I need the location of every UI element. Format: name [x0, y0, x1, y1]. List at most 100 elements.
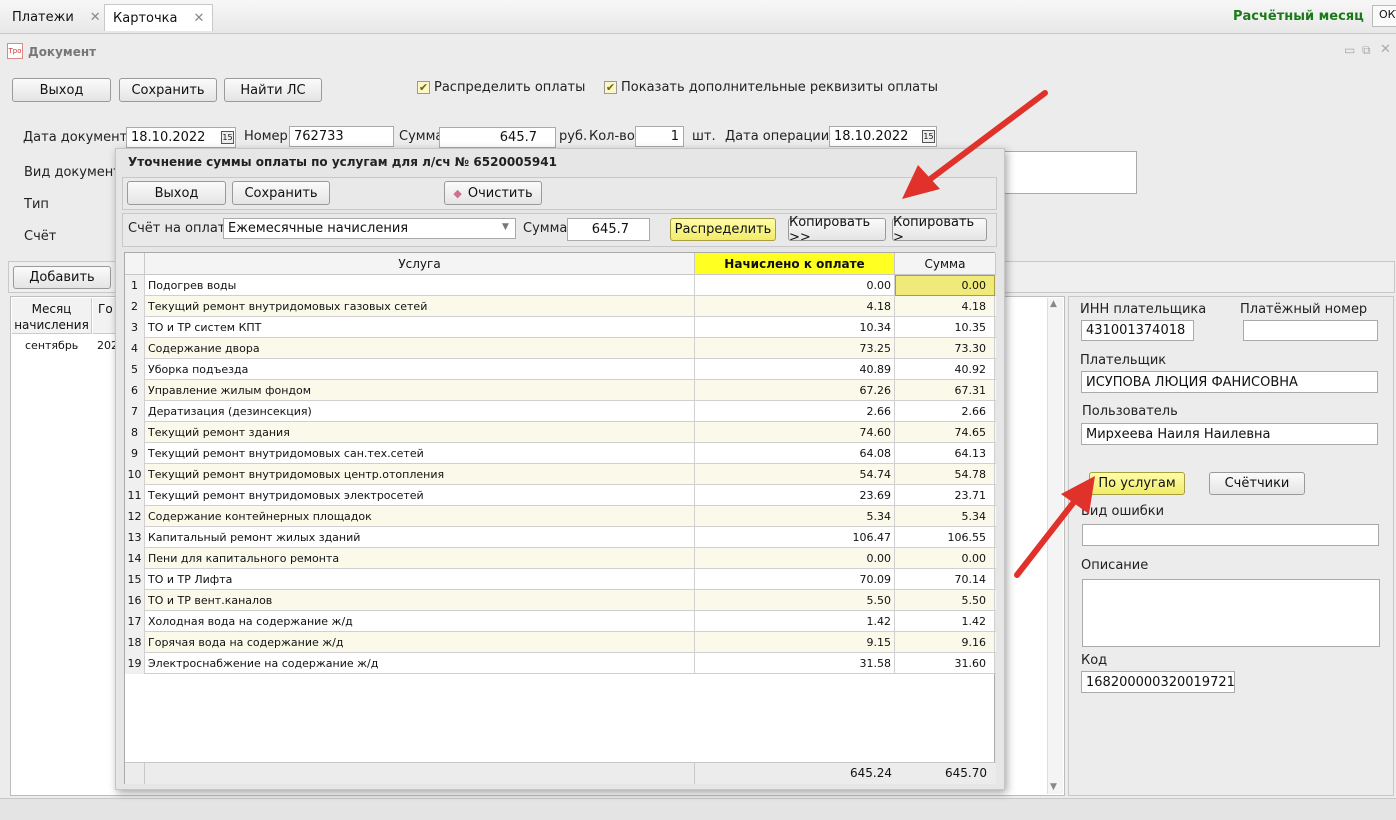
clear-button-label: Очистить: [467, 185, 533, 201]
row-number: 7: [125, 401, 145, 422]
payer-label: Плательщик: [1080, 353, 1167, 368]
find-account-button[interactable]: Найти ЛС: [224, 78, 322, 102]
table-row[interactable]: 11 Текущий ремонт внутридомовых электросе…: [125, 485, 996, 506]
sum-cell[interactable]: 1.42: [895, 611, 995, 632]
sum-cell[interactable]: 74.65: [895, 422, 995, 443]
payer-field[interactable]: ИСУПОВА ЛЮЦИЯ ФАНИСОВНА: [1081, 371, 1378, 393]
doc-sum-field[interactable]: 645.7: [439, 127, 556, 148]
sum-cell[interactable]: 64.13: [895, 443, 995, 464]
account-label: Счёт: [24, 229, 57, 244]
col-sum-header[interactable]: Сумма: [895, 253, 996, 275]
error-type-field[interactable]: [1082, 524, 1379, 546]
table-row[interactable]: 10 Текущий ремонт внутридомовых центр.ото…: [125, 464, 996, 485]
pay-number-field[interactable]: [1243, 320, 1378, 341]
service-cell: Управление жилым фондом: [145, 380, 695, 401]
col-accrued-header[interactable]: Начислено к оплате: [695, 253, 895, 275]
total-accrued: 645.24: [850, 766, 892, 780]
sum-cell[interactable]: 0.00: [895, 275, 995, 296]
col-month-header[interactable]: Месяц начисления: [12, 298, 92, 334]
distribute-checkbox[interactable]: ✔: [417, 81, 430, 94]
table-row[interactable]: 16 ТО и ТР вент.каналов 5.50 5.50: [125, 590, 996, 611]
tab-payments[interactable]: Платежи ✕: [4, 4, 109, 31]
sum-cell[interactable]: 5.50: [895, 590, 995, 611]
sum-cell[interactable]: 10.35: [895, 317, 995, 338]
table-row[interactable]: 19 Электроснабжение на содержание ж/д 31.5…: [125, 653, 996, 674]
month-select[interactable]: ОКТ: [1372, 5, 1396, 27]
service-cell: Пени для капитального ремонта: [145, 548, 695, 569]
doc-date-field[interactable]: 18.10.2022: [126, 127, 236, 148]
chevron-down-icon[interactable]: ▼: [502, 222, 509, 232]
calendar-icon[interactable]: 15: [221, 131, 234, 144]
user-field[interactable]: Мирхеева Наиля Наилевна: [1081, 423, 1378, 445]
sum-cell[interactable]: 23.71: [895, 485, 995, 506]
sum-cell[interactable]: 54.78: [895, 464, 995, 485]
col-service-header[interactable]: Услуга: [145, 253, 695, 275]
sum-cell[interactable]: 2.66: [895, 401, 995, 422]
sum-cell[interactable]: 70.14: [895, 569, 995, 590]
sum-cell[interactable]: 0.00: [895, 548, 995, 569]
counters-button[interactable]: Счётчики: [1209, 472, 1305, 495]
minimize-icon[interactable]: ▭: [1344, 43, 1355, 57]
description-field[interactable]: [1082, 579, 1380, 647]
sum-cell[interactable]: 106.55: [895, 527, 995, 548]
pcs-label: шт.: [692, 129, 716, 144]
copy-one-button[interactable]: Копировать >: [892, 215, 987, 245]
row-number: 9: [125, 443, 145, 464]
table-row[interactable]: 2 Текущий ремонт внутридомовых газовых се…: [125, 296, 996, 317]
scroll-up-icon[interactable]: ▲: [1050, 299, 1057, 309]
distribute-button[interactable]: Распределить: [670, 218, 776, 241]
doc-sum-label: Сумма: [399, 129, 444, 144]
invoice-select[interactable]: Ежемесячные начисления: [223, 218, 516, 239]
clear-button[interactable]: ◆ Очистить: [444, 181, 542, 205]
table-row[interactable]: 9 Текущий ремонт внутридомовых сан.тех.се…: [125, 443, 996, 464]
sum-cell[interactable]: 40.92: [895, 359, 995, 380]
close-icon[interactable]: ✕: [90, 10, 101, 25]
table-row[interactable]: 18 Горячая вода на содержание ж/д 9.15 9.16: [125, 632, 996, 653]
accrued-cell: 64.08: [695, 443, 895, 464]
table-row[interactable]: 8 Текущий ремонт здания 74.60 74.65: [125, 422, 996, 443]
row-number: 13: [125, 527, 145, 548]
table-row[interactable]: 1 Подогрев воды 0.00 0.00: [125, 275, 996, 296]
qty-field[interactable]: 1: [635, 126, 684, 147]
service-cell: Капитальный ремонт жилых зданий: [145, 527, 695, 548]
sum-cell[interactable]: 5.34: [895, 506, 995, 527]
row-number: 1: [125, 275, 145, 296]
maximize-icon[interactable]: ⧉: [1362, 43, 1371, 58]
dialog-exit-button[interactable]: Выход: [127, 181, 226, 205]
add-button[interactable]: Добавить: [13, 266, 111, 289]
copy-all-button[interactable]: Копировать >>: [788, 215, 886, 245]
dialog-sum-field[interactable]: 645.7: [567, 218, 650, 241]
table-row[interactable]: 13 Капитальный ремонт жилых зданий 106.47 1…: [125, 527, 996, 548]
extra-fields-checkbox[interactable]: ✔: [604, 81, 617, 94]
row-number: 17: [125, 611, 145, 632]
close-icon[interactable]: ✕: [193, 11, 204, 26]
service-cell: Текущий ремонт здания: [145, 422, 695, 443]
table-row[interactable]: 12 Содержание контейнерных площадок 5.34 5.…: [125, 506, 996, 527]
sum-cell[interactable]: 73.30: [895, 338, 995, 359]
table-row[interactable]: 3 ТО и ТР систем КПТ 10.34 10.35: [125, 317, 996, 338]
table-row[interactable]: 4 Содержание двора 73.25 73.30: [125, 338, 996, 359]
exit-button[interactable]: Выход: [12, 78, 111, 102]
service-cell: Текущий ремонт внутридомовых сан.тех.сет…: [145, 443, 695, 464]
doc-number-field[interactable]: 762733: [289, 126, 394, 147]
close-window-icon[interactable]: ✕: [1380, 42, 1391, 57]
table-row[interactable]: 15 ТО и ТР Лифта 70.09 70.14: [125, 569, 996, 590]
code-field[interactable]: 168200000320019721: [1081, 671, 1235, 693]
sum-cell[interactable]: 67.31: [895, 380, 995, 401]
scroll-down-icon[interactable]: ▼: [1050, 782, 1057, 792]
row-number: 8: [125, 422, 145, 443]
dialog-save-button[interactable]: Сохранить: [232, 181, 330, 205]
eraser-icon: ◆: [453, 186, 462, 200]
table-row[interactable]: 7 Дератизация (дезинсекция) 2.66 2.66: [125, 401, 996, 422]
sum-cell[interactable]: 9.16: [895, 632, 995, 653]
table-row[interactable]: 6 Управление жилым фондом 67.26 67.31: [125, 380, 996, 401]
table-row[interactable]: 14 Пени для капитального ремонта 0.00 0.00: [125, 548, 996, 569]
sum-cell[interactable]: 31.60: [895, 653, 995, 674]
inn-field[interactable]: 431001374018: [1081, 320, 1194, 341]
table-row[interactable]: 17 Холодная вода на содержание ж/д 1.42 1.4…: [125, 611, 996, 632]
sum-cell[interactable]: 4.18: [895, 296, 995, 317]
tab-card[interactable]: Карточка ✕: [104, 4, 214, 31]
service-cell: Содержание двора: [145, 338, 695, 359]
save-button[interactable]: Сохранить: [119, 78, 217, 102]
table-row[interactable]: 5 Уборка подъезда 40.89 40.92: [125, 359, 996, 380]
